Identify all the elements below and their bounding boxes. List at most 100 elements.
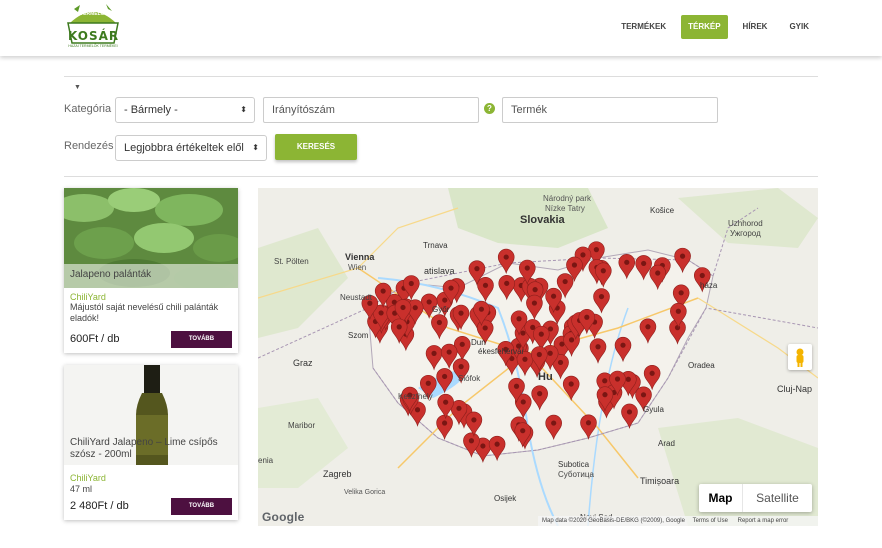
map-label: Košice (650, 206, 675, 215)
product-title[interactable]: ChiliYard Jalapeno – Lime csípős szósz -… (70, 437, 234, 461)
map-label: Siófok (458, 374, 481, 383)
sort-value: Legjobbra értékeltek elől (124, 142, 244, 154)
map-label: Dun (471, 338, 486, 347)
map-label: Keszthely (398, 392, 433, 401)
satellite-button[interactable]: Satellite (742, 484, 812, 512)
map-label: Trnava (423, 241, 448, 250)
map-label: Gyula (643, 405, 664, 414)
map-label: Velika Gorica (344, 489, 385, 496)
map-marker-dot (626, 409, 633, 415)
filter-toggle-icon[interactable]: ▼ (74, 84, 81, 91)
map-marker-dot (468, 438, 475, 444)
map-marker-dot (649, 370, 655, 376)
product-title[interactable]: Jalapeno palánták (64, 264, 238, 288)
map-label: Neustadt (340, 293, 373, 302)
map-marker-dot (482, 282, 489, 288)
site-logo[interactable]: TERMELŐI KOSÁR HAZAI TERMELŐK TERMÉKEI (64, 3, 122, 50)
logo-top-text: TERMELŐI (80, 11, 106, 17)
map-marker-dot (675, 308, 681, 314)
product-image[interactable]: Jalapeno palánták (64, 188, 238, 288)
map-marker-dot (645, 324, 651, 330)
terms-link[interactable]: Terms of Use (693, 518, 728, 524)
shop-name[interactable]: ChiliYard (64, 292, 238, 302)
map-marker-dot (494, 441, 500, 447)
map-marker-dot (584, 314, 590, 320)
map-marker-dot (426, 299, 432, 305)
map-marker-dot (598, 293, 605, 300)
nav-terkep[interactable]: TÉRKÉP (681, 15, 728, 39)
logo-name: KOSÁR (68, 29, 120, 43)
map-marker-dot (557, 359, 564, 366)
attribution-text: Map data ©2020 GeoBasis-DE/BKG (©2009), … (542, 518, 685, 524)
map-marker-dot (530, 324, 536, 330)
map-marker-dot (480, 443, 486, 449)
map-marker-dot (520, 428, 526, 434)
map-marker-dot (568, 381, 574, 387)
product-card[interactable]: Jalapeno palánták ChiliYard Májustól saj… (64, 188, 238, 353)
search-button[interactable]: KERESÉS (275, 134, 357, 160)
help-icon[interactable]: ? (484, 103, 495, 114)
main-nav: TERMÉKEK TÉRKÉP HÍREK GYIK (614, 15, 816, 39)
map-marker-dot (562, 278, 568, 285)
map-marker-dot (412, 305, 418, 311)
product-card[interactable]: ChiliYard Jalapeno – Lime csípős szósz -… (64, 365, 238, 520)
site-header: TERMELŐI KOSÁR HAZAI TERMELŐK TERMÉKEI T… (0, 0, 882, 56)
map-button[interactable]: Map (699, 484, 742, 512)
more-button[interactable]: TOVÁBB (171, 331, 232, 348)
map-label: Győr (432, 305, 450, 314)
map-label: Wien (348, 263, 366, 272)
nav-hirek[interactable]: HÍREK (736, 15, 775, 39)
map-marker-dot (522, 356, 528, 362)
map-marker-dot (538, 331, 544, 337)
map-marker-dot (537, 391, 543, 397)
map-marker-dot (531, 300, 538, 306)
map-marker-dot (520, 399, 526, 405)
map-label: ékesfehérvár (478, 347, 525, 356)
map-marker-dot (602, 378, 608, 384)
shop-name[interactable]: ChiliYard (64, 473, 112, 483)
map-attribution-bar: Map data ©2020 GeoBasis-DE/BKG (©2009), … (538, 516, 818, 526)
map-marker-dot (478, 306, 485, 312)
map-label: Zagreb (323, 469, 352, 479)
nav-termekek[interactable]: TERMÉKEK (614, 15, 673, 39)
map-marker-dot (516, 316, 522, 322)
divider (64, 176, 818, 177)
map-marker-dot (414, 407, 421, 413)
map-type-control: Map Satellite (699, 484, 812, 512)
map-label: Graz (293, 358, 313, 368)
product-input[interactable]: Termék (502, 97, 718, 123)
map-marker-dot (624, 259, 630, 265)
more-button[interactable]: TOVÁBB (171, 498, 232, 515)
map-label: Nízke Tatry (545, 204, 585, 213)
map-label: atislava (424, 266, 455, 276)
google-logo[interactable]: Google (262, 510, 305, 524)
map-marker-dot (595, 344, 601, 350)
map-marker-dot (443, 399, 449, 405)
map-label: Vienna (345, 252, 375, 262)
map-canvas[interactable]: Slovakia Národný park Nízke Tatry Košice… (258, 188, 818, 526)
map-marker-dot (532, 287, 538, 293)
map-label: Cluj-Nap (777, 384, 812, 394)
map-label: enia (258, 456, 274, 465)
sort-select[interactable]: Legjobbra értékeltek elől ⬍ (115, 135, 267, 161)
map-marker-dot (458, 310, 464, 316)
map-marker-dot (482, 325, 488, 331)
select-arrows-icon: ⬍ (240, 105, 247, 114)
map-marker-dot (378, 310, 384, 316)
map-marker-dot (593, 247, 599, 253)
map-marker-dot (580, 252, 586, 258)
map-marker-dot (471, 417, 477, 423)
map-label: Суботица (558, 470, 594, 479)
producer-map[interactable]: Slovakia Národný park Nízke Tatry Košice… (258, 188, 818, 526)
category-select[interactable]: - Bármely - ⬍ (115, 97, 255, 123)
map-label: Národný park (543, 194, 592, 203)
nav-gyik[interactable]: GYIK (782, 15, 816, 39)
map-marker-dot (585, 420, 592, 426)
map-label: háza (700, 281, 718, 290)
map-marker-dot (448, 285, 454, 291)
street-view-pegman-icon[interactable] (788, 344, 812, 370)
map-marker-dot (571, 262, 578, 268)
zip-input[interactable]: Irányítószám (263, 97, 479, 123)
report-error-link[interactable]: Report a map error (738, 518, 789, 524)
map-marker-dot (400, 304, 406, 311)
